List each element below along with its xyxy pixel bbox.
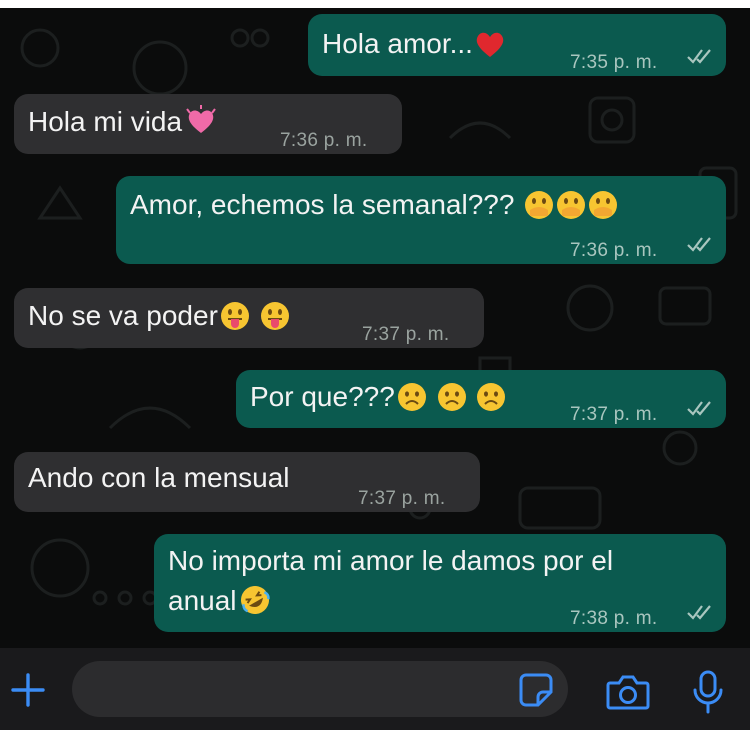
hand-over-mouth-emoji-icon [557, 191, 586, 219]
message-incoming[interactable]: Hola mi vida 7:36 p. m. [14, 94, 402, 154]
frowning-face-emoji-icon [437, 383, 466, 411]
message-text: Hola mi vida [28, 103, 218, 141]
camera-icon[interactable] [606, 674, 650, 710]
frowning-face-emoji-icon [397, 383, 426, 411]
message-input[interactable] [72, 661, 568, 717]
read-receipt-icon [687, 237, 711, 252]
message-time: 7:37 p. m. [358, 488, 446, 509]
sticker-icon[interactable] [518, 672, 554, 708]
message-text: Por que??? [250, 378, 506, 416]
tongue-out-emoji-icon [260, 302, 289, 330]
message-outgoing[interactable]: Amor, echemos la semanal??? 7:36 p. m. [116, 176, 726, 264]
read-receipt-icon [687, 401, 711, 416]
frowning-face-emoji-icon [477, 383, 506, 411]
sparkling-heart-icon [186, 105, 216, 133]
message-time: 7:37 p. m. [570, 404, 658, 425]
message-input-bar [0, 648, 750, 730]
message-incoming[interactable]: No se va poder 7:37 p. m. [14, 288, 484, 348]
message-text: Ando con la mensual [28, 462, 290, 493]
plus-icon[interactable] [10, 672, 46, 708]
message-outgoing[interactable]: No importa mi amor le damos por el anual… [154, 534, 726, 632]
hand-over-mouth-emoji-icon [525, 191, 554, 219]
read-receipt-icon [687, 49, 711, 64]
tongue-out-emoji-icon [220, 302, 249, 330]
message-time: 7:38 p. m. [570, 608, 658, 629]
chat-window: Hola amor... 7:35 p. m. Hola mi vida 7:3… [0, 8, 750, 730]
hand-over-mouth-emoji-icon [589, 191, 618, 219]
message-text-line: No importa mi amor le damos por el [168, 545, 614, 576]
message-time: 7:35 p. m. [570, 52, 658, 73]
red-heart-icon [476, 32, 504, 57]
message-text: Amor, echemos la semanal??? [130, 186, 618, 224]
message-time: 7:37 p. m. [362, 324, 450, 345]
read-receipt-icon [687, 605, 711, 620]
message-time: 7:36 p. m. [280, 130, 368, 151]
microphone-icon[interactable] [692, 670, 724, 714]
message-outgoing[interactable]: Por que??? 7:37 p. m. [236, 370, 726, 428]
message-incoming[interactable]: Ando con la mensual 7:37 p. m. [14, 452, 480, 512]
message-time: 7:36 p. m. [570, 240, 658, 261]
message-outgoing[interactable]: Hola amor... 7:35 p. m. [308, 14, 726, 76]
message-text: Hola amor... [322, 25, 505, 63]
message-text-line: anual [168, 582, 271, 620]
message-text: No se va poder [28, 297, 290, 335]
rolling-laughing-emoji-icon [240, 586, 270, 614]
